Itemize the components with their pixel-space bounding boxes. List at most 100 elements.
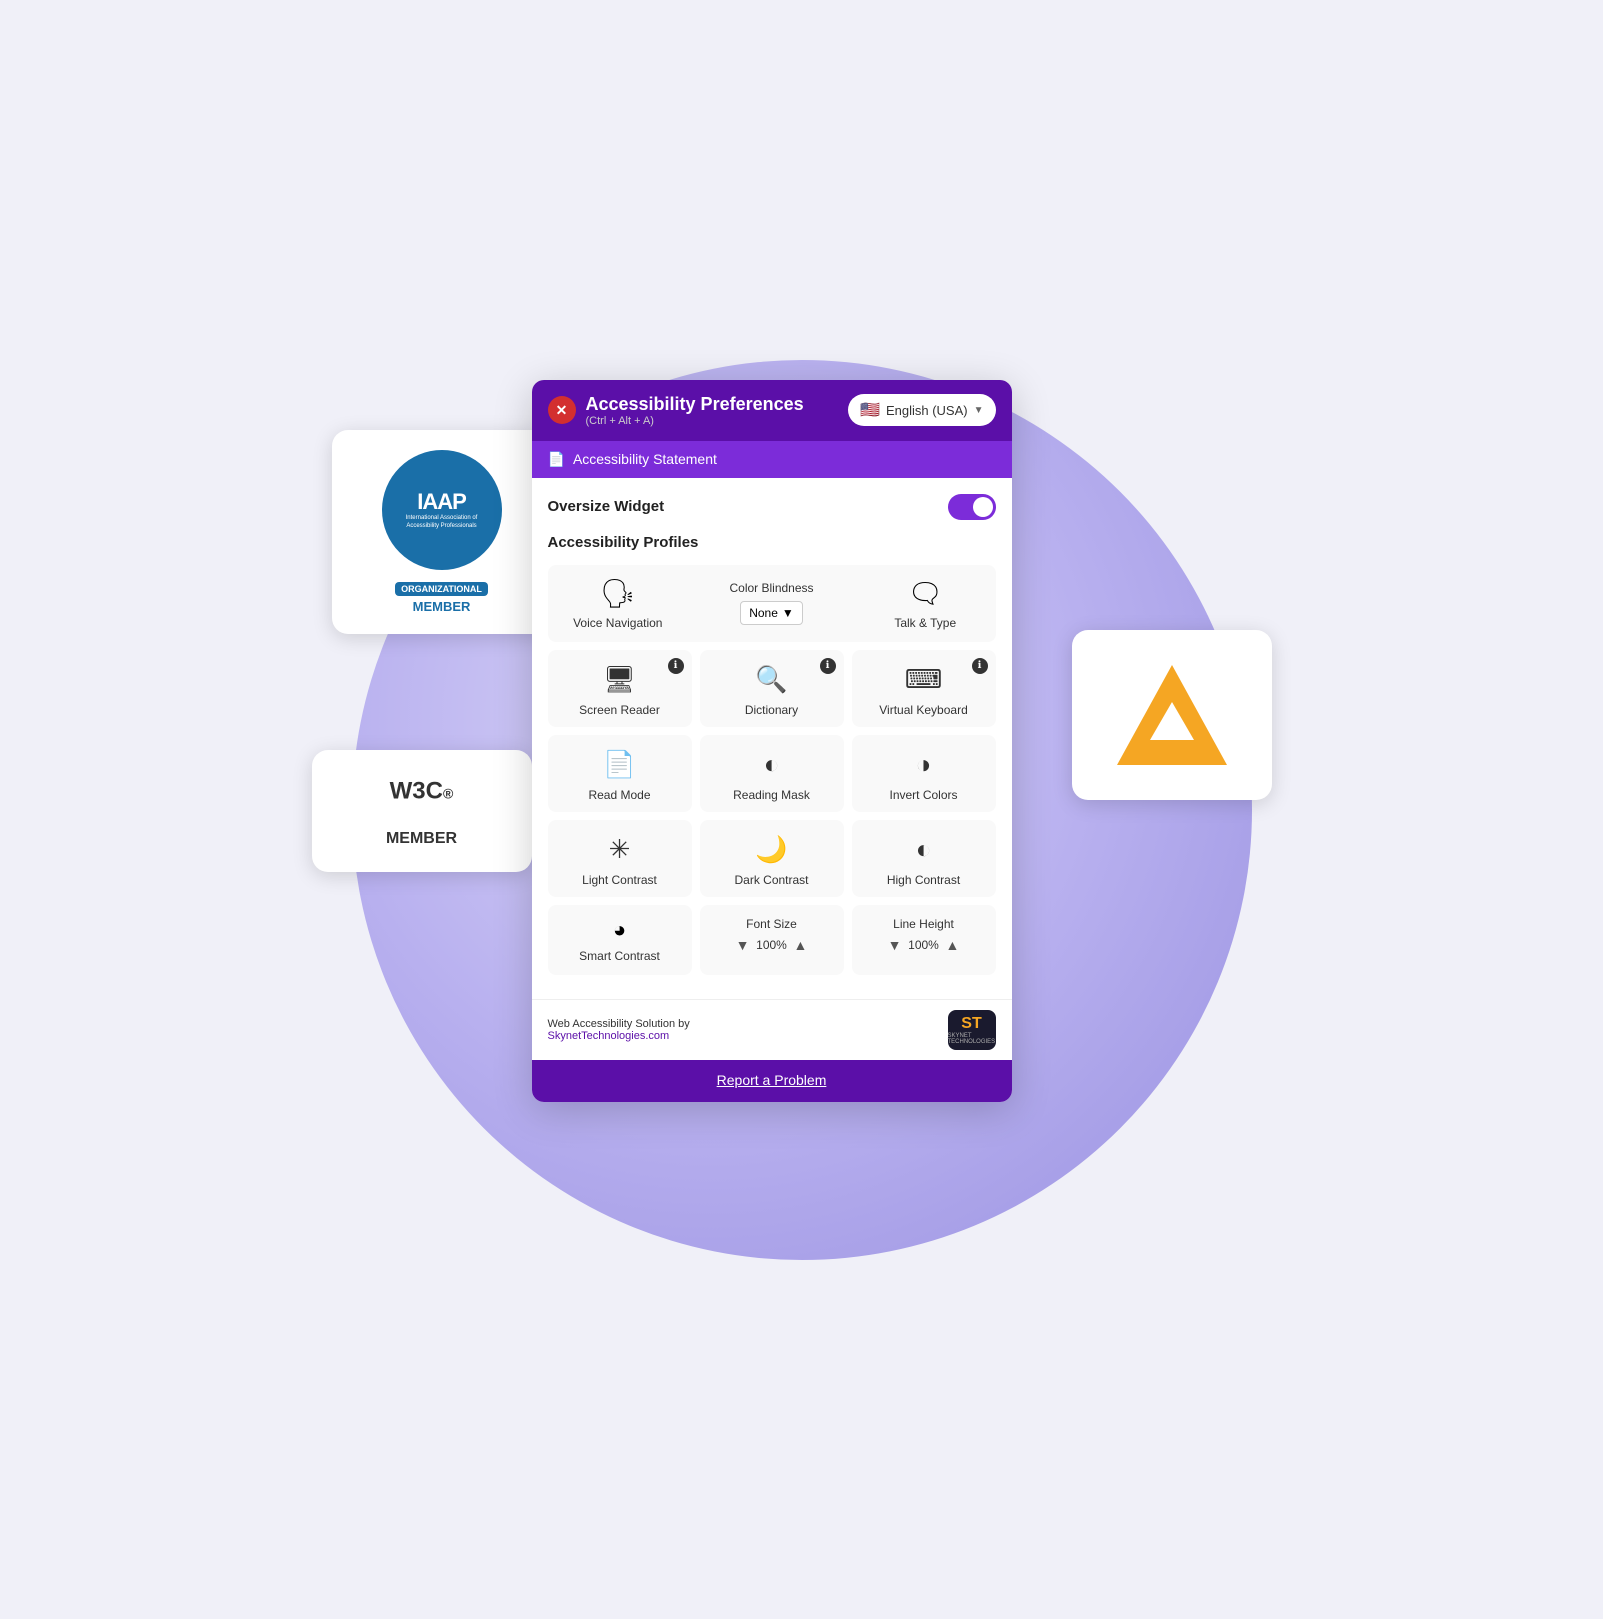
font-size-controls: ▼ 100% ▲ bbox=[736, 937, 808, 953]
footer-text-label: Web Accessibility Solution by bbox=[548, 1018, 690, 1030]
line-height-decrease-button[interactable]: ▼ bbox=[888, 937, 902, 953]
light-contrast-cell[interactable]: ✳ Light Contrast bbox=[548, 820, 692, 897]
read-mode-cell[interactable]: 📄 Read Mode bbox=[548, 735, 692, 812]
iaap-org-label: ORGANIZATIONAL bbox=[395, 582, 488, 596]
triangle-logo-card bbox=[1072, 630, 1272, 800]
skynet-logo-text: ST bbox=[961, 1015, 981, 1033]
voice-navigation-cell[interactable]: 🗣 Voice Navigation bbox=[560, 577, 677, 630]
panel-shortcut: (Ctrl + Alt + A) bbox=[586, 415, 804, 427]
panel-body: Oversize Widget Accessibility Profiles 🗣… bbox=[532, 478, 1012, 999]
flag-icon: 🇺🇸 bbox=[860, 400, 880, 420]
voice-navigation-label: Voice Navigation bbox=[573, 616, 662, 630]
language-label: English (USA) bbox=[886, 403, 968, 418]
virtual-keyboard-cell[interactable]: ℹ ⌨ Virtual Keyboard bbox=[852, 650, 996, 727]
report-bar[interactable]: Report a Problem bbox=[532, 1060, 1012, 1102]
features-grid-row2: 📄 Read Mode ◐ Reading Mask ◑ Invert Colo… bbox=[548, 735, 996, 812]
screen-reader-icon: 🖥 bbox=[603, 664, 636, 695]
iaap-member-label: MEMBER bbox=[352, 599, 532, 614]
accessibility-profiles-title: Accessibility Profiles bbox=[548, 534, 996, 551]
oversize-widget-toggle[interactable] bbox=[948, 494, 996, 520]
w3c-registered: ® bbox=[443, 785, 453, 801]
dictionary-info-icon[interactable]: ℹ bbox=[820, 658, 836, 674]
font-size-value: 100% bbox=[754, 938, 790, 952]
scene: IAAP International Association of Access… bbox=[252, 260, 1352, 1360]
talk-type-icon: 🗨 bbox=[907, 577, 943, 610]
footer-description: Web Accessibility Solution by bbox=[548, 1018, 690, 1030]
line-height-increase-button[interactable]: ▲ bbox=[946, 937, 960, 953]
line-height-value: 100% bbox=[906, 938, 942, 952]
triangle-icon bbox=[1112, 660, 1232, 770]
screen-reader-cell[interactable]: ℹ 🖥 Screen Reader bbox=[548, 650, 692, 727]
font-size-cell: Font Size ▼ 100% ▲ bbox=[700, 905, 844, 975]
report-problem-link[interactable]: Report a Problem bbox=[717, 1072, 827, 1088]
high-contrast-cell[interactable]: ◐ High Contrast bbox=[852, 820, 996, 897]
statement-icon: 📄 bbox=[548, 451, 565, 468]
footer-link[interactable]: SkynetTechnologies.com bbox=[548, 1030, 670, 1042]
invert-colors-icon: ◑ bbox=[916, 749, 932, 780]
font-size-increase-button[interactable]: ▲ bbox=[794, 937, 808, 953]
light-contrast-label: Light Contrast bbox=[582, 873, 657, 887]
skynet-logo: ST SKYNET TECHNOLOGIES bbox=[948, 1010, 996, 1050]
talk-type-label: Talk & Type bbox=[894, 616, 956, 630]
w3c-card: W3C® MEMBER bbox=[312, 750, 532, 872]
read-mode-label: Read Mode bbox=[588, 788, 650, 802]
color-blindness-value: None bbox=[749, 606, 778, 620]
read-mode-icon: 📄 bbox=[603, 749, 635, 780]
iaap-subtitle: International Association of Accessibili… bbox=[397, 515, 487, 529]
virtual-keyboard-info-icon[interactable]: ℹ bbox=[972, 658, 988, 674]
adjust-row: ◕ Smart Contrast Font Size ▼ 100% ▲ Line… bbox=[548, 905, 996, 975]
screen-reader-label: Screen Reader bbox=[579, 703, 660, 717]
top-features-row: 🗣 Voice Navigation Color Blindness None … bbox=[548, 565, 996, 642]
invert-colors-cell[interactable]: ◑ Invert Colors bbox=[852, 735, 996, 812]
font-size-decrease-button[interactable]: ▼ bbox=[736, 937, 750, 953]
w3c-logo: W3C® bbox=[336, 774, 508, 826]
dictionary-icon: 🔍 bbox=[755, 664, 787, 695]
dropdown-arrow-icon: ▼ bbox=[782, 606, 794, 620]
panel-footer: Web Accessibility Solution by SkynetTech… bbox=[532, 999, 1012, 1060]
oversize-widget-row: Oversize Widget bbox=[548, 494, 996, 520]
line-height-label: Line Height bbox=[893, 917, 954, 931]
chevron-down-icon: ▼ bbox=[974, 405, 984, 416]
reading-mask-cell[interactable]: ◐ Reading Mask bbox=[700, 735, 844, 812]
w3c-member-label: MEMBER bbox=[336, 830, 508, 848]
w3c-logo-text: W3C bbox=[390, 777, 443, 804]
footer-link-block[interactable]: SkynetTechnologies.com bbox=[548, 1030, 690, 1042]
talk-type-cell[interactable]: 🗨 Talk & Type bbox=[867, 577, 984, 630]
voice-navigation-icon: 🗣 bbox=[600, 577, 636, 610]
virtual-keyboard-icon: ⌨ bbox=[905, 664, 943, 695]
invert-colors-label: Invert Colors bbox=[889, 788, 957, 802]
skynet-tagline: SKYNET TECHNOLOGIES bbox=[948, 1033, 996, 1045]
dictionary-label: Dictionary bbox=[745, 703, 798, 717]
panel-title-block: Accessibility Preferences (Ctrl + Alt + … bbox=[586, 394, 804, 427]
panel-header-left: ✕ Accessibility Preferences (Ctrl + Alt … bbox=[548, 394, 804, 427]
dictionary-cell[interactable]: ℹ 🔍 Dictionary bbox=[700, 650, 844, 727]
font-size-label: Font Size bbox=[746, 917, 797, 931]
screen-reader-info-icon[interactable]: ℹ bbox=[668, 658, 684, 674]
iaap-title: IAAP bbox=[417, 489, 466, 515]
panel-title: Accessibility Preferences bbox=[586, 394, 804, 415]
language-button[interactable]: 🇺🇸 English (USA) ▼ bbox=[848, 394, 995, 426]
iaap-card: IAAP International Association of Access… bbox=[332, 430, 552, 634]
light-contrast-icon: ✳ bbox=[609, 834, 631, 865]
accessibility-statement-bar[interactable]: 📄 Accessibility Statement bbox=[532, 441, 1012, 478]
high-contrast-label: High Contrast bbox=[887, 873, 960, 887]
dark-contrast-icon: 🌙 bbox=[755, 834, 787, 865]
reading-mask-icon: ◐ bbox=[764, 749, 780, 780]
close-button[interactable]: ✕ bbox=[548, 396, 576, 424]
reading-mask-label: Reading Mask bbox=[733, 788, 810, 802]
high-contrast-icon: ◐ bbox=[916, 834, 932, 865]
color-blindness-cell: Color Blindness None ▼ bbox=[684, 577, 859, 630]
dark-contrast-cell[interactable]: 🌙 Dark Contrast bbox=[700, 820, 844, 897]
line-height-cell: Line Height ▼ 100% ▲ bbox=[852, 905, 996, 975]
smart-contrast-cell[interactable]: ◕ Smart Contrast bbox=[548, 905, 692, 975]
color-blindness-dropdown[interactable]: None ▼ bbox=[740, 601, 803, 625]
features-grid-row3: ✳ Light Contrast 🌙 Dark Contrast ◐ High … bbox=[548, 820, 996, 897]
smart-contrast-label: Smart Contrast bbox=[579, 949, 660, 963]
features-grid-row1: ℹ 🖥 Screen Reader ℹ 🔍 Dictionary ℹ ⌨ Vir… bbox=[548, 650, 996, 727]
virtual-keyboard-label: Virtual Keyboard bbox=[879, 703, 968, 717]
smart-contrast-icon: ◕ bbox=[613, 917, 626, 943]
color-blindness-label: Color Blindness bbox=[729, 581, 813, 595]
dark-contrast-label: Dark Contrast bbox=[734, 873, 808, 887]
oversize-widget-label: Oversize Widget bbox=[548, 498, 665, 515]
footer-text-block: Web Accessibility Solution by SkynetTech… bbox=[548, 1018, 690, 1042]
